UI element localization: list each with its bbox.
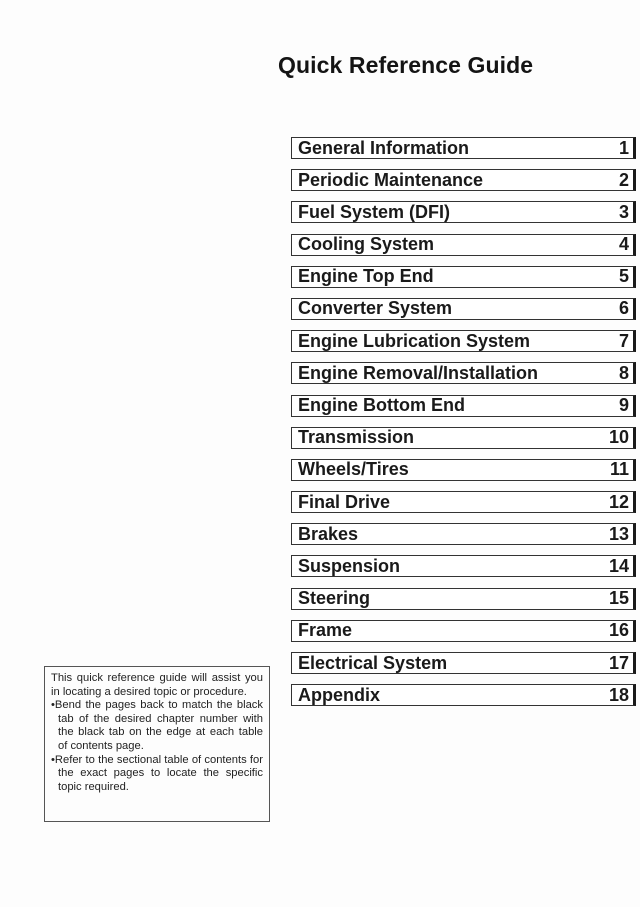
usage-note-box: This quick reference guide will assist y…: [44, 666, 270, 822]
chapter-number: 6: [618, 298, 629, 319]
chapter-number: 5: [618, 266, 629, 287]
chapter-number: 14: [608, 555, 629, 576]
chapter-tab[interactable]: Engine Removal/Installation 8: [291, 362, 636, 385]
chapter-number: 17: [608, 652, 629, 673]
chapter-tab[interactable]: Fuel System (DFI) 3: [291, 201, 636, 224]
chapter-tab[interactable]: Appendix 18: [291, 684, 636, 707]
chapter-label: Steering: [298, 588, 371, 609]
chapter-label: Cooling System: [298, 234, 435, 255]
chapter-number: 12: [608, 491, 629, 512]
chapter-tab[interactable]: General Information 1: [291, 137, 636, 159]
chapter-label: Final Drive: [298, 491, 391, 512]
chapter-label: Engine Bottom End: [298, 395, 465, 415]
chapter-tab[interactable]: Steering 15: [291, 587, 636, 610]
chapter-number: 4: [618, 234, 629, 255]
chapter-label: Suspension: [298, 555, 401, 576]
chapter-tab[interactable]: Converter System 6: [291, 297, 636, 320]
chapter-tab[interactable]: Brakes 13: [291, 523, 636, 546]
chapter-number: 7: [618, 330, 629, 351]
chapter-tab[interactable]: Engine Lubrication System 7: [291, 330, 636, 353]
chapter-tab[interactable]: Engine Top End 5: [291, 265, 636, 288]
chapter-tab[interactable]: Frame 16: [291, 619, 636, 642]
chapter-label: Periodic Maintenance: [298, 169, 484, 190]
chapter-label: Transmission: [298, 427, 415, 448]
chapter-label: Frame: [298, 620, 353, 641]
chapter-label: Engine Lubrication System: [298, 330, 531, 351]
chapter-label: Converter System: [298, 298, 453, 319]
chapter-label: Electrical System: [298, 652, 448, 673]
chapter-label: Engine Removal/Installation: [298, 362, 539, 383]
usage-note-bullet: •Refer to the sectional table of content…: [51, 753, 263, 793]
chapter-tab[interactable]: Cooling System 4: [291, 233, 636, 256]
chapter-label: Brakes: [298, 523, 359, 544]
chapter-index: General Information 1 Periodic Maintenanc…: [291, 137, 636, 716]
chapter-tab[interactable]: Electrical System 17: [291, 652, 636, 674]
chapter-tab[interactable]: Suspension 14: [291, 555, 636, 578]
chapter-number: 9: [618, 395, 629, 415]
chapter-number: 3: [618, 201, 629, 222]
chapter-number: 1: [618, 137, 629, 158]
chapter-number: 15: [608, 588, 629, 609]
chapter-number: 2: [618, 169, 629, 190]
chapter-tab[interactable]: Wheels/Tires 11: [291, 458, 636, 481]
chapter-label: Engine Top End: [298, 266, 434, 287]
chapter-number: 18: [608, 684, 629, 705]
chapter-label: Appendix: [298, 684, 381, 705]
chapter-number: 13: [608, 523, 629, 544]
chapter-number: 10: [608, 427, 629, 448]
chapter-number: 8: [618, 362, 629, 383]
chapter-label: General Information: [298, 137, 470, 158]
page-title: Quick Reference Guide: [278, 52, 534, 78]
chapter-label: Wheels/Tires: [298, 459, 409, 480]
usage-note-bullet: •Bend the pages back to match the black …: [51, 699, 263, 752]
chapter-tab[interactable]: Periodic Maintenance 2: [291, 169, 636, 192]
chapter-tab[interactable]: Transmission 10: [291, 426, 636, 449]
chapter-tab[interactable]: Final Drive 12: [291, 491, 636, 514]
usage-note-intro: This quick reference guide will assist y…: [51, 672, 263, 698]
chapter-number: 16: [608, 620, 629, 641]
chapter-number: 11: [609, 459, 629, 480]
chapter-tab[interactable]: Engine Bottom End 9: [291, 394, 636, 417]
chapter-label: Fuel System (DFI): [298, 201, 451, 222]
